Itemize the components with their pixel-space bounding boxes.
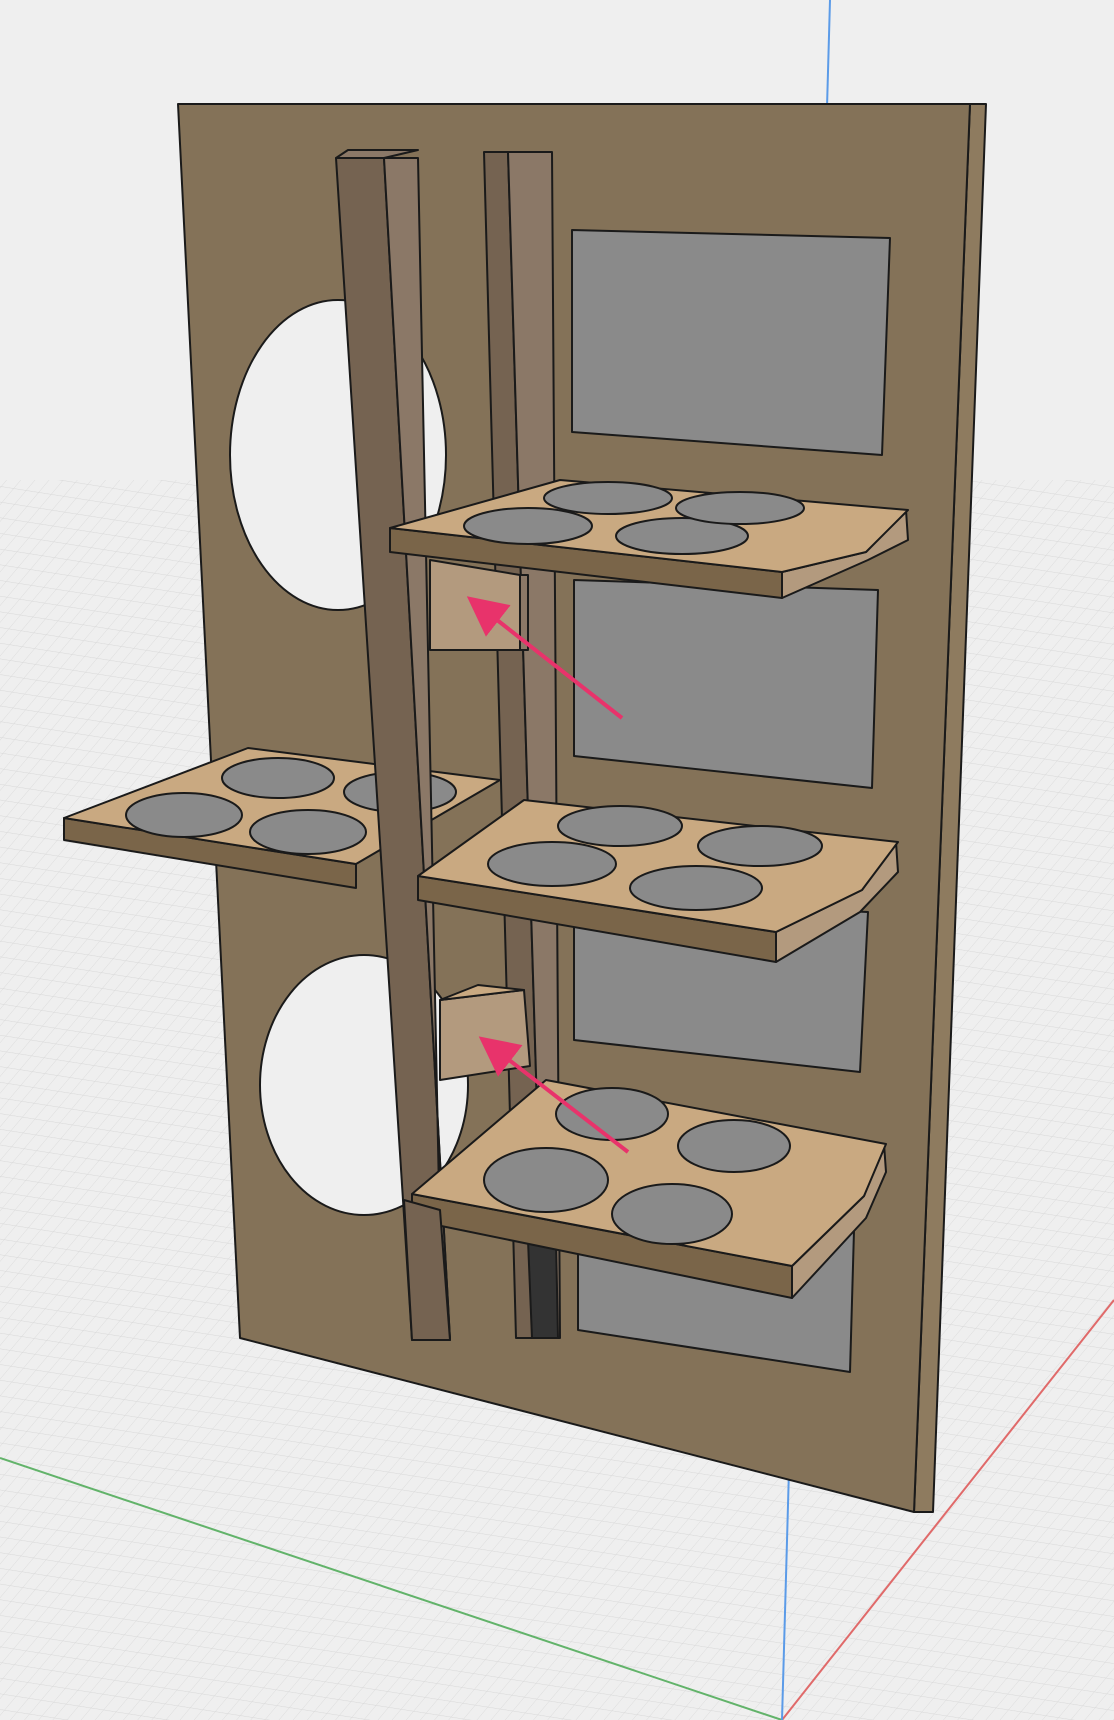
shelf-bottom-hole-4	[677, 1119, 791, 1173]
shelf-left-hole-1	[125, 792, 243, 838]
shelf-middle-hole-4	[697, 825, 823, 867]
shelf-bottom-hole-1	[483, 1147, 609, 1213]
shelf-left-hole-3	[249, 809, 367, 855]
rear-post-slot	[527, 1239, 559, 1339]
shelf-middle-hole-3	[629, 865, 763, 911]
shelf-bottom-hole-2	[555, 1087, 669, 1141]
shelf-left-hole-2	[221, 757, 335, 799]
shelf-middle-hole-2	[557, 805, 683, 847]
bracket-upper-front	[429, 559, 521, 651]
3d-scene[interactable]	[0, 0, 1114, 1720]
shelf-top-hole-1	[463, 507, 593, 545]
panel-window-1	[571, 229, 891, 456]
shelf-middle-hole-1	[487, 841, 617, 887]
shelf-top-hole-2	[543, 481, 673, 515]
shelf-top-hole-4	[675, 491, 805, 525]
shelf-bottom-hole-3	[611, 1183, 733, 1245]
panel-window-2	[573, 579, 879, 789]
3d-viewport[interactable]	[0, 0, 1114, 1720]
